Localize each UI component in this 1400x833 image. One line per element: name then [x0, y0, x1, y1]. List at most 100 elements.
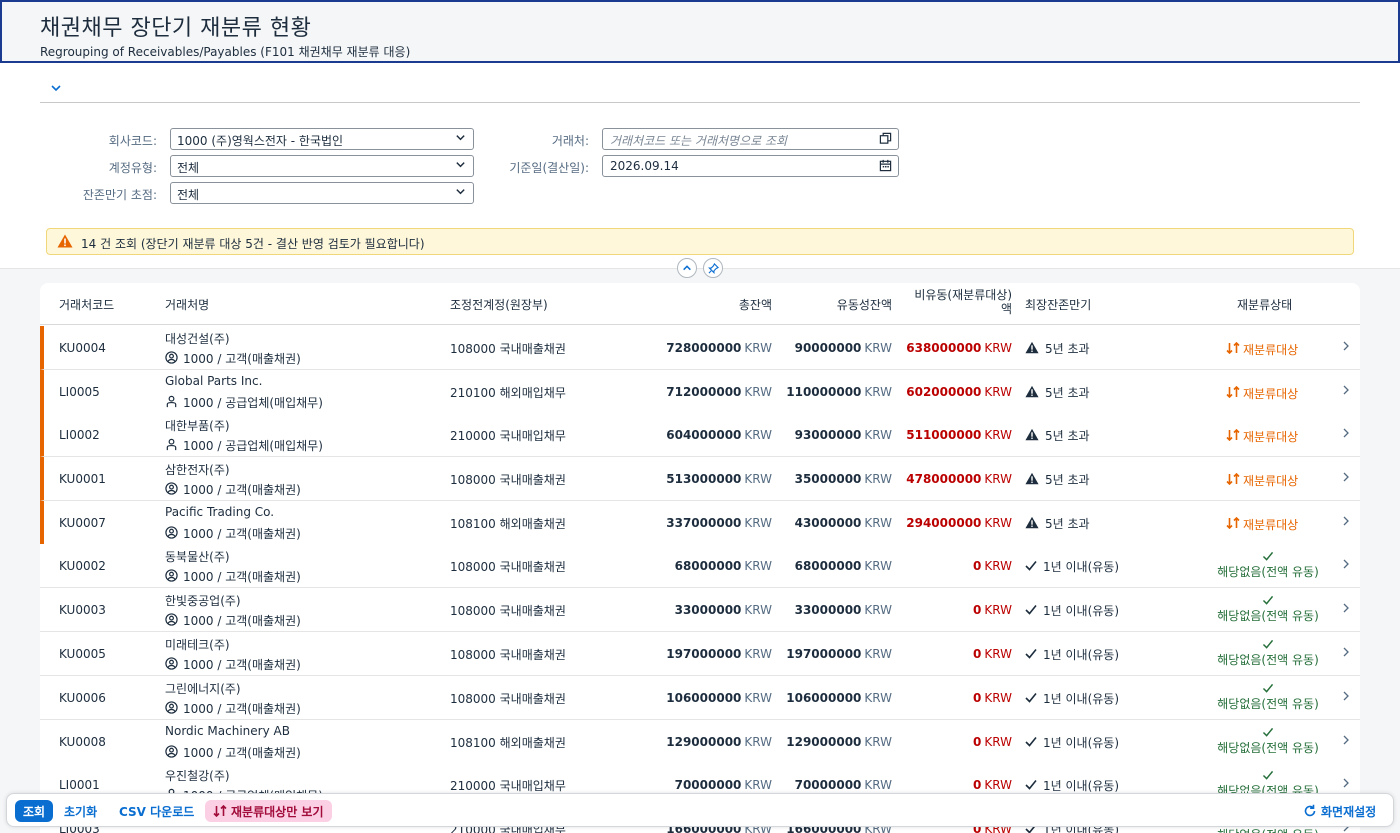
partner-input[interactable]: 거래처코드 또는 거래처명으로 조회 — [602, 128, 899, 150]
row-current: 68000000 KRW — [795, 559, 892, 573]
table-row[interactable]: LI0002 대한부품(주) 1000 / 공급업체(매입채무) 210000 국내매… — [40, 413, 1360, 457]
row-partner-type-text: 1000 / 고객(매출채권) — [183, 527, 301, 541]
navigation-chevron-icon[interactable] — [1342, 340, 1350, 354]
table-row[interactable]: KU0008 Nordic Machinery AB 1000 / 고객(매출채권)… — [40, 720, 1360, 764]
row-maturity-text: 1년 이내(유동) — [1043, 692, 1120, 706]
row-name: 한빛중공업(주) — [165, 594, 241, 608]
col-maturity[interactable]: 최장잔존만기 — [1025, 296, 1091, 313]
row-noncurrent: 294000000 KRW — [906, 516, 1012, 530]
collapse-header-button[interactable] — [677, 258, 697, 278]
row-code: KU0004 — [59, 341, 106, 355]
customer-icon — [165, 700, 178, 717]
navigation-chevron-icon[interactable] — [1342, 734, 1350, 748]
row-total: 33000000 KRW — [675, 603, 772, 617]
navigation-chevron-icon[interactable] — [1342, 690, 1350, 704]
pin-header-button[interactable] — [703, 258, 723, 278]
row-total-amount: 604000000 — [666, 428, 742, 442]
row-account: 108100 해외매출채권 — [450, 736, 566, 750]
company-code-select[interactable]: 1000 (주)영웍스전자 - 한국법인 — [170, 128, 474, 150]
row-maturity-text: 5년 초과 — [1045, 473, 1090, 487]
currency: KRW — [984, 428, 1012, 442]
row-account: 210000 국내매입채무 — [450, 429, 566, 443]
row-status-text: 재분류대상 — [1243, 343, 1299, 357]
row-account: 210100 해외매입채무 — [450, 386, 566, 400]
navigation-chevron-icon[interactable] — [1342, 427, 1350, 441]
navigation-chevron-icon[interactable] — [1342, 646, 1350, 660]
table-row[interactable]: KU0003 한빛중공업(주) 1000 / 고객(매출채권) 108000 국내매출… — [40, 588, 1360, 632]
key-date-input[interactable]: 2026.09.14 — [602, 155, 899, 177]
value-help-icon[interactable] — [879, 132, 893, 146]
customer-icon — [165, 568, 178, 585]
customer-icon — [165, 612, 178, 629]
row-maturity: 1년 이내(유동) — [1025, 646, 1119, 663]
col-code[interactable]: 거래처코드 — [59, 296, 114, 313]
col-status[interactable]: 재분류상태 — [1237, 296, 1292, 313]
warning-icon — [57, 234, 73, 251]
row-partner-type-text: 1000 / 고객(매출채권) — [183, 352, 301, 366]
col-name[interactable]: 거래처명 — [165, 296, 209, 313]
col-total[interactable]: 총잔액 — [739, 296, 772, 313]
navigation-chevron-icon[interactable] — [1342, 384, 1350, 398]
navigation-chevron-icon[interactable] — [1342, 471, 1350, 485]
reset-button[interactable]: 초기화 — [56, 800, 105, 822]
navigation-chevron-icon[interactable] — [1342, 777, 1350, 791]
reset-layout-button[interactable]: 화면재설정 — [1295, 800, 1384, 822]
table-row[interactable]: LI0005 Global Parts Inc. 1000 / 공급업체(매입채무)… — [40, 370, 1360, 414]
calendar-icon[interactable] — [879, 159, 893, 173]
currency: KRW — [984, 516, 1012, 530]
currency: KRW — [744, 559, 772, 573]
row-current-amount: 110000000 — [786, 385, 862, 399]
warning-icon — [1025, 341, 1039, 357]
row-partner-type: 1000 / 고객(매출채권) — [165, 350, 301, 367]
company-code-label: 회사코드: — [108, 134, 157, 148]
row-partner-type-text: 1000 / 고객(매출채권) — [183, 702, 301, 716]
row-noncurrent-amount: 0 — [973, 735, 982, 749]
page-subtitle: Regrouping of Receivables/Payables (F101… — [40, 45, 411, 59]
csv-download-button[interactable]: CSV 다운로드 — [111, 800, 202, 822]
customer-icon — [165, 481, 178, 498]
row-account: 108100 해외매출채권 — [450, 517, 566, 531]
table-row[interactable]: KU0006 그린에너지(주) 1000 / 고객(매출채권) 108000 국내매출… — [40, 676, 1360, 720]
row-current: 93000000 KRW — [795, 428, 892, 442]
row-noncurrent-amount: 478000000 — [906, 472, 982, 486]
row-maturity-text: 5년 초과 — [1045, 429, 1090, 443]
customer-icon — [165, 656, 178, 673]
table-row[interactable]: KU0002 동북물산(주) 1000 / 고객(매출채권) 108000 국내매출채… — [40, 544, 1360, 588]
table-row[interactable]: KU0001 삼한전자(주) 1000 / 고객(매출채권) 108000 국내매출채… — [40, 457, 1360, 501]
maturity-focus-select[interactable]: 전체 — [170, 182, 474, 204]
row-partner-type: 1000 / 공급업체(매입채무) — [165, 394, 323, 411]
currency: KRW — [864, 647, 892, 661]
row-status: 해당없음(전액 유동) — [1210, 595, 1326, 624]
col-noncurrent[interactable]: 비유동(재분류대상) 액 — [914, 288, 1012, 316]
table-row[interactable]: KU0004 대성건설(주) 1000 / 고객(매출채권) 108000 국내매출채… — [40, 326, 1360, 370]
row-current-amount: 93000000 — [794, 428, 862, 442]
customer-icon — [165, 525, 178, 542]
table-row[interactable]: KU0007 Pacific Trading Co. 1000 / 고객(매출채권)… — [40, 501, 1360, 545]
warning-icon — [1025, 385, 1039, 401]
search-button[interactable]: 조회 — [15, 800, 54, 822]
row-noncurrent-amount: 638000000 — [906, 341, 982, 355]
row-noncurrent: 511000000 KRW — [906, 428, 1012, 442]
row-status: 재분류대상 — [1226, 428, 1298, 445]
account-type-select[interactable]: 전체 — [170, 155, 474, 177]
account-type-value: 전체 — [177, 161, 200, 175]
col-account[interactable]: 조정전계정(원장부) — [450, 296, 548, 313]
row-status: 해당없음(전액 유동) — [1210, 727, 1326, 756]
maturity-focus-value: 전체 — [177, 188, 200, 202]
row-code: KU0007 — [59, 516, 106, 530]
row-current-amount: 43000000 — [794, 516, 862, 530]
expand-filter-chevron-icon[interactable] — [50, 82, 64, 96]
row-maturity-text: 1년 이내(유동) — [1043, 779, 1120, 793]
navigation-chevron-icon[interactable] — [1342, 558, 1350, 572]
row-name: 미래테크(주) — [165, 638, 230, 652]
navigation-chevron-icon[interactable] — [1342, 602, 1350, 616]
row-current-amount: 33000000 — [794, 603, 862, 617]
reclass-only-toggle[interactable]: 재분류대상만 보기 — [205, 800, 332, 822]
col-current[interactable]: 유동성잔액 — [837, 296, 892, 313]
sort-arrows-icon — [1226, 385, 1240, 401]
navigation-chevron-icon[interactable] — [1342, 515, 1350, 529]
row-noncurrent: 602000000 KRW — [906, 385, 1012, 399]
sort-arrows-icon — [1226, 341, 1240, 357]
row-account: 108000 국내매출채권 — [450, 473, 566, 487]
table-row[interactable]: KU0005 미래테크(주) 1000 / 고객(매출채권) 108000 국내매출채… — [40, 632, 1360, 676]
